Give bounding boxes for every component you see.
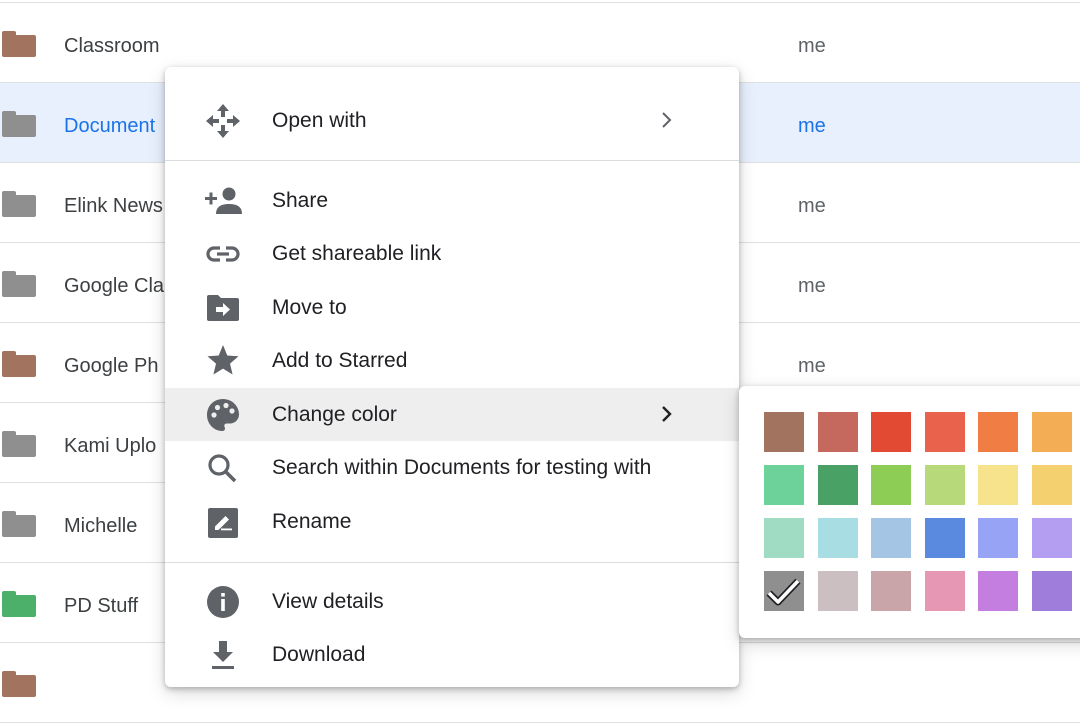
menu-item-label: Rename bbox=[272, 510, 352, 533]
file-owner: me bbox=[798, 195, 826, 217]
folder-icon bbox=[2, 351, 36, 377]
menu-item-rename[interactable]: Rename bbox=[165, 495, 739, 548]
menu-item-label: Get shareable link bbox=[272, 242, 442, 265]
person-add-icon bbox=[205, 186, 242, 216]
file-name: Document bbox=[64, 115, 156, 137]
menu-item-label: Move to bbox=[272, 296, 347, 319]
file-name: PD Stuff bbox=[64, 595, 139, 617]
folder-icon bbox=[2, 511, 36, 537]
file-name: Google Cla bbox=[64, 275, 165, 297]
link-icon bbox=[205, 239, 241, 269]
color-swatch[interactable] bbox=[871, 518, 911, 558]
check-icon bbox=[766, 578, 801, 606]
color-swatch[interactable] bbox=[871, 412, 911, 452]
color-swatch[interactable] bbox=[978, 465, 1018, 505]
color-swatch[interactable] bbox=[871, 571, 911, 611]
color-swatch[interactable] bbox=[1031, 518, 1072, 558]
folder-move-icon bbox=[205, 293, 241, 323]
menu-item-view-details[interactable]: View details bbox=[165, 575, 739, 628]
color-swatch[interactable] bbox=[817, 465, 858, 505]
menu-item-change-color[interactable]: Change color bbox=[165, 388, 739, 441]
color-palette bbox=[739, 386, 1080, 638]
palette-icon bbox=[205, 399, 241, 431]
file-owner: me bbox=[798, 275, 826, 297]
menu-divider bbox=[165, 160, 739, 161]
folder-icon bbox=[2, 191, 36, 217]
file-name: Classroom bbox=[64, 35, 160, 57]
folder-icon bbox=[2, 271, 36, 297]
menu-item-share[interactable]: Share bbox=[165, 174, 739, 227]
folder-icon bbox=[2, 591, 36, 617]
chevron-right-icon bbox=[657, 107, 677, 133]
file-name: Google Ph bbox=[64, 355, 159, 377]
color-swatch[interactable] bbox=[924, 412, 965, 452]
file-name: Kami Uplo bbox=[64, 435, 157, 457]
color-swatch[interactable] bbox=[764, 518, 804, 558]
file-owner: me bbox=[798, 115, 826, 137]
file-name: Elink News bbox=[64, 195, 163, 217]
color-swatch[interactable] bbox=[817, 571, 858, 611]
color-swatch[interactable] bbox=[1031, 571, 1072, 611]
menu-item-label: Change color bbox=[272, 403, 397, 426]
color-swatch[interactable] bbox=[924, 465, 965, 505]
color-swatch[interactable] bbox=[871, 465, 911, 505]
move-arrows-icon bbox=[205, 104, 241, 138]
menu-item-download[interactable]: Download bbox=[165, 628, 739, 681]
menu-item-label: View details bbox=[272, 590, 384, 613]
file-owner: me bbox=[798, 35, 826, 57]
menu-item-search-within[interactable]: Search within Documents for testing with bbox=[165, 441, 739, 494]
color-swatch[interactable] bbox=[978, 412, 1018, 452]
download-icon bbox=[205, 640, 241, 670]
color-swatch[interactable] bbox=[817, 518, 858, 558]
color-swatch[interactable] bbox=[764, 465, 804, 505]
file-owner: me bbox=[798, 355, 826, 377]
star-icon bbox=[205, 345, 241, 376]
menu-item-label: Search within Documents for testing with bbox=[272, 456, 652, 479]
menu-item-get-link[interactable]: Get shareable link bbox=[165, 227, 739, 280]
color-swatch[interactable] bbox=[1031, 465, 1072, 505]
folder-icon bbox=[2, 111, 36, 137]
chevron-right-icon bbox=[657, 401, 677, 427]
folder-icon bbox=[2, 431, 36, 457]
edit-icon bbox=[205, 507, 241, 538]
color-swatch[interactable] bbox=[978, 518, 1018, 558]
info-icon bbox=[205, 586, 241, 618]
file-name: Michelle bbox=[64, 515, 138, 537]
color-swatch[interactable] bbox=[978, 571, 1018, 611]
menu-item-label: Open with bbox=[272, 109, 367, 132]
menu-item-open-with[interactable]: Open with bbox=[165, 94, 739, 147]
context-menu: Open with Share Get shareable link Move … bbox=[165, 67, 739, 687]
color-swatch[interactable] bbox=[924, 571, 965, 611]
menu-item-label: Share bbox=[272, 189, 329, 212]
color-swatch[interactable] bbox=[924, 518, 965, 558]
menu-divider bbox=[165, 562, 739, 563]
menu-item-label: Add to Starred bbox=[272, 349, 408, 372]
color-swatch[interactable] bbox=[1031, 412, 1072, 452]
color-swatch[interactable] bbox=[764, 412, 804, 452]
color-swatch[interactable] bbox=[764, 571, 804, 611]
menu-item-add-starred[interactable]: Add to Starred bbox=[165, 334, 739, 387]
folder-icon bbox=[2, 31, 36, 57]
menu-item-label: Download bbox=[272, 643, 366, 666]
menu-item-move-to[interactable]: Move to bbox=[165, 281, 739, 334]
color-swatch[interactable] bbox=[817, 412, 858, 452]
search-icon bbox=[205, 453, 241, 483]
